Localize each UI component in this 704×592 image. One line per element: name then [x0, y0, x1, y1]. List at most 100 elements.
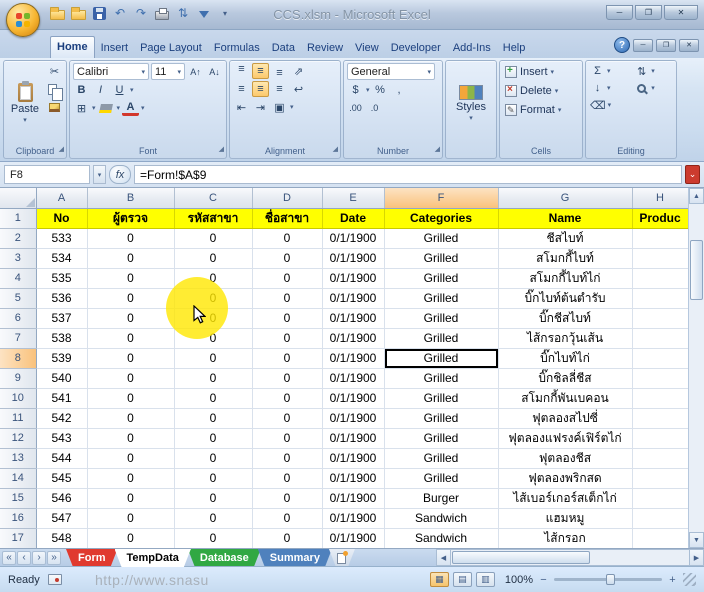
chevron-down-icon[interactable]: ▾	[551, 68, 555, 76]
grid-cell[interactable]: 0	[87, 248, 174, 268]
normal-view-icon[interactable]: ▦	[430, 572, 449, 587]
grid-cell[interactable]: 0	[87, 448, 174, 468]
grid-cell[interactable]: 0/1/1900	[322, 328, 384, 348]
grid-cell[interactable]: 0	[174, 328, 252, 348]
underline-button[interactable]: U	[111, 82, 128, 98]
ribbon-tab[interactable]: Page Layout	[134, 38, 208, 58]
grid-cell[interactable]: ไส้เบอร์เกอร์สเต็กไก่	[498, 488, 632, 508]
dialog-launcher-icon[interactable]: ◢	[59, 144, 64, 156]
grid-cell[interactable]: 0	[174, 308, 252, 328]
insert-cells-button[interactable]: Insert▾	[503, 63, 579, 80]
vertical-scrollbar[interactable]: ▲ ▼	[688, 188, 704, 548]
zoom-level[interactable]: 100%	[505, 574, 533, 586]
grid-cell[interactable]: แฮมหมู	[498, 508, 632, 528]
grid-cell[interactable]: 0	[174, 368, 252, 388]
ribbon-tab[interactable]: Developer	[385, 38, 447, 58]
grid-cell[interactable]: 0	[87, 428, 174, 448]
grid-cell[interactable]: Grilled	[384, 228, 498, 248]
grid-cell[interactable]	[632, 388, 688, 408]
grid-cell[interactable]: 0	[252, 468, 322, 488]
align-bottom-icon[interactable]: ≡	[271, 63, 288, 79]
grid-cell[interactable]: Grilled	[384, 328, 498, 348]
grid-cell[interactable]: 0	[87, 528, 174, 548]
grid-cell[interactable]: 541	[36, 388, 87, 408]
grid-cell[interactable]: 542	[36, 408, 87, 428]
chevron-down-icon[interactable]: ▾	[607, 67, 611, 75]
align-left-icon[interactable]: ≡	[233, 81, 250, 97]
grid-cell[interactable]	[632, 488, 688, 508]
column-letter-cell[interactable]: E	[322, 188, 384, 208]
grid-cell[interactable]	[632, 248, 688, 268]
field-header-cell[interactable]: Date	[322, 208, 384, 228]
minimize-button[interactable]: ─	[606, 5, 633, 20]
grid-cell[interactable]: 543	[36, 428, 87, 448]
grid-cell[interactable]: 545	[36, 468, 87, 488]
grid-cell[interactable]: 0	[252, 368, 322, 388]
page-layout-view-icon[interactable]: ▤	[453, 572, 472, 587]
grid-cell[interactable]: 0/1/1900	[322, 448, 384, 468]
row-number-cell[interactable]: 6	[0, 308, 36, 328]
grid-cell[interactable]: 539	[36, 348, 87, 368]
grid-cell[interactable]: 0	[252, 328, 322, 348]
autosum-icon[interactable]: Σ	[589, 63, 606, 79]
grid-cell[interactable]: บิ๊กชิลลี่ชีส	[498, 368, 632, 388]
grid-cell[interactable]: 0/1/1900	[322, 228, 384, 248]
zoom-out-icon[interactable]: −	[537, 573, 550, 586]
field-header-cell[interactable]: Categories	[384, 208, 498, 228]
grid-cell[interactable]: 0/1/1900	[322, 368, 384, 388]
horizontal-scrollbar[interactable]: ◀ ▶	[436, 549, 704, 566]
field-header-cell[interactable]: No	[36, 208, 87, 228]
font-size-select[interactable]: 11▾	[151, 63, 185, 80]
row-number-cell[interactable]: 3	[0, 248, 36, 268]
grid-cell[interactable]: บิ๊กไบท์ต้นตำรับ	[498, 288, 632, 308]
borders-icon[interactable]: ⊞	[73, 100, 90, 116]
row-number-cell[interactable]: 5	[0, 288, 36, 308]
chevron-down-icon[interactable]: ▾	[558, 106, 562, 114]
grid-cell[interactable]: ฟุตลองแฟรงค์เฟิร์ตไก่	[498, 428, 632, 448]
insert-worksheet-tab[interactable]	[329, 549, 355, 567]
grid-cell[interactable]: 0/1/1900	[322, 468, 384, 488]
grid-cell[interactable]: Grilled	[384, 368, 498, 388]
font-name-select[interactable]: Calibri▾	[73, 63, 149, 80]
name-box[interactable]: F8	[4, 165, 90, 184]
grid-cell[interactable]: Grilled	[384, 408, 498, 428]
grid-cell[interactable]: Sandwich	[384, 508, 498, 528]
grid-cell[interactable]	[632, 228, 688, 248]
grid-cell[interactable]: Grilled	[384, 288, 498, 308]
previous-sheet-icon[interactable]: ‹	[17, 551, 31, 565]
grid-cell[interactable]: 540	[36, 368, 87, 388]
grid-cell[interactable]: บิ๊กไบท์ไก่	[498, 348, 632, 368]
grid-cell[interactable]: 0	[174, 408, 252, 428]
grid-cell[interactable]	[632, 508, 688, 528]
column-letter-cell[interactable]: A	[36, 188, 87, 208]
sheet-tab[interactable]: Form	[66, 549, 118, 567]
grid-cell[interactable]: 0	[174, 348, 252, 368]
ribbon-tab[interactable]: Formulas	[208, 38, 266, 58]
close-button[interactable]: ✕	[664, 5, 698, 20]
row-number-cell[interactable]: 2	[0, 228, 36, 248]
formula-input[interactable]: =Form!$A$9	[134, 165, 682, 184]
bold-button[interactable]: B	[73, 82, 90, 98]
grow-font-icon[interactable]: A↑	[187, 64, 204, 80]
dropdown-arrow-icon[interactable]: ▾	[23, 116, 27, 124]
grid-cell[interactable]: 0	[87, 288, 174, 308]
field-header-cell[interactable]: Name	[498, 208, 632, 228]
chevron-down-icon[interactable]: ▾	[92, 104, 96, 112]
font-color-icon[interactable]: A	[122, 101, 139, 116]
grid-cell[interactable]: 0	[174, 268, 252, 288]
first-sheet-icon[interactable]: «	[2, 551, 16, 565]
grid-cell[interactable]: ชีสไบท์	[498, 228, 632, 248]
scroll-right-icon[interactable]: ▶	[689, 549, 704, 566]
grid-cell[interactable]: 537	[36, 308, 87, 328]
wrap-text-icon[interactable]: ↩	[290, 81, 307, 97]
chevron-down-icon[interactable]: ▾	[366, 86, 370, 94]
grid-cell[interactable]: 0	[252, 268, 322, 288]
grid-cell[interactable]	[632, 448, 688, 468]
grid-cell[interactable]: 0/1/1900	[322, 408, 384, 428]
dialog-launcher-icon[interactable]: ◢	[219, 144, 224, 156]
last-sheet-icon[interactable]: »	[47, 551, 61, 565]
grid-cell[interactable]: 0	[87, 408, 174, 428]
grid-cell[interactable]: 0/1/1900	[322, 348, 384, 368]
grid-cell[interactable]: 0	[87, 388, 174, 408]
resize-grip[interactable]	[683, 573, 696, 586]
